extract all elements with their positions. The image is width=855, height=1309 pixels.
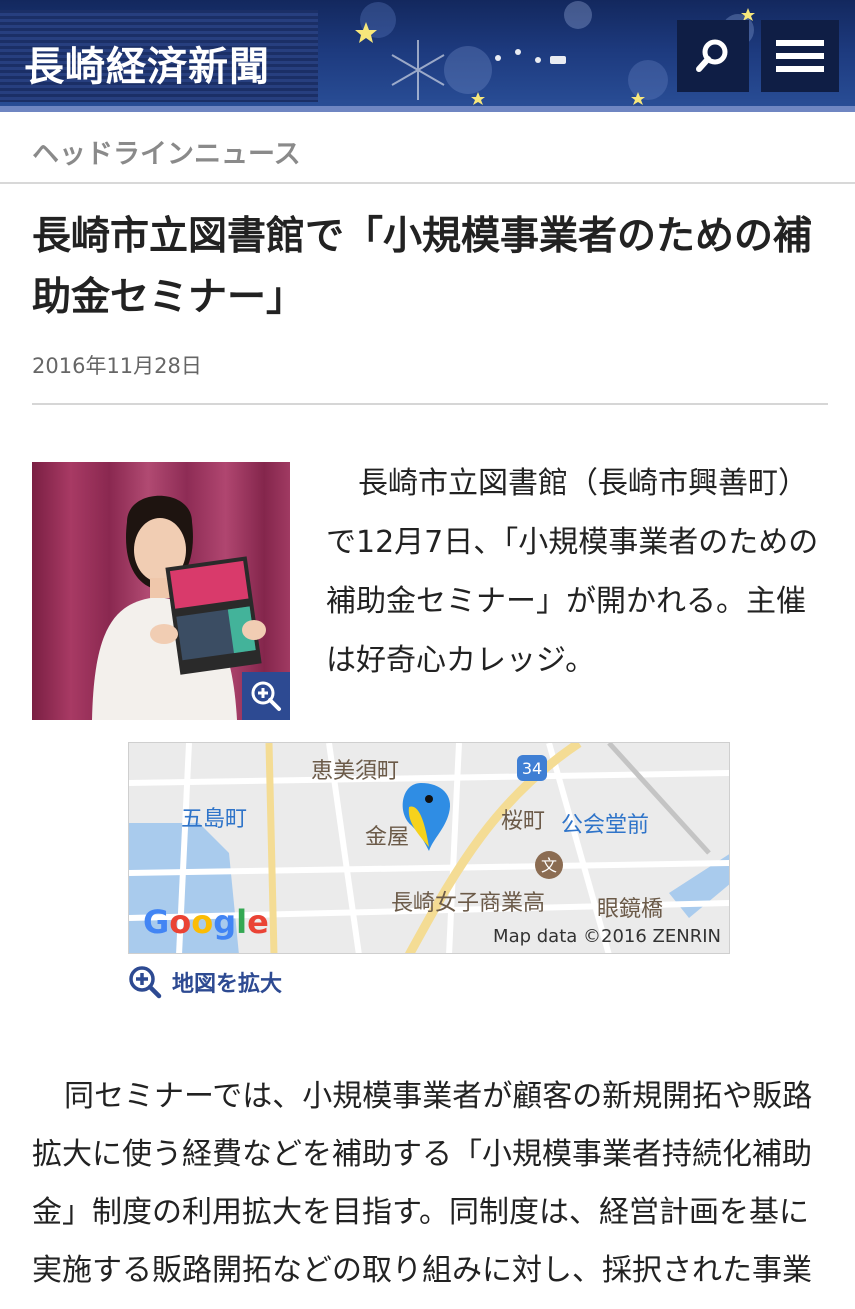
svg-text:文: 文 [541,856,557,875]
map-label-kokaido: 公会堂前 [561,813,650,838]
article-lead: 長崎市立図書館（長崎市興善町）で12月7日、「小規模事業者のための補助金セミナー… [326,466,819,678]
site-logo[interactable]: 長崎経済新聞 [24,34,270,92]
zoom-in-icon [129,966,162,999]
zoom-in-icon [251,681,281,711]
map-label-school: 長崎女子商業高 [391,891,546,916]
map-label-goto: 五島町 [181,807,248,832]
section-label[interactable]: ヘッドラインニュース [32,132,301,171]
map-zoom-label[interactable]: 地図を拡大 [172,966,282,998]
article-body: 同セミナーでは、小規模事業者が顧客の新規開拓や販路拡大に使う経費などを補助する「… [32,1079,813,1288]
map-credit: Map data ©2016 ZENRIN [493,926,721,947]
menu-button[interactable] [761,20,839,92]
search-button[interactable] [677,20,749,92]
map-label-megane: 眼鏡橋 [597,897,664,922]
article-date: 2016年11月28日 [32,354,202,378]
svg-text:34: 34 [522,759,542,778]
google-logo: Google [143,903,269,941]
map-label-sakura: 桜町 [501,809,546,834]
photo-zoom-button[interactable] [242,672,290,720]
article-photo[interactable] [32,462,290,720]
section-bar: ヘッドラインニュース [0,112,855,184]
site-header: 長崎経済新聞 [0,0,855,112]
map-label-ebisu: 恵美須町 [311,759,400,784]
article-title: 長崎市立図書館で「小規模事業者のための補助金セミナー」 [32,214,813,320]
logo-area[interactable]: 長崎経済新聞 [0,10,318,102]
map-label-kanaya: 金屋 [365,825,410,850]
hamburger-menu-icon [776,40,824,72]
map-zoom-link[interactable]: 地図を拡大 [128,965,282,999]
title-divider [32,403,828,405]
map-embed[interactable]: 34 文 恵美須町 五島町 金屋 桜町 公会堂前 長崎女子商業高 眼鏡橋 Goo… [128,742,730,954]
search-icon [696,39,728,72]
